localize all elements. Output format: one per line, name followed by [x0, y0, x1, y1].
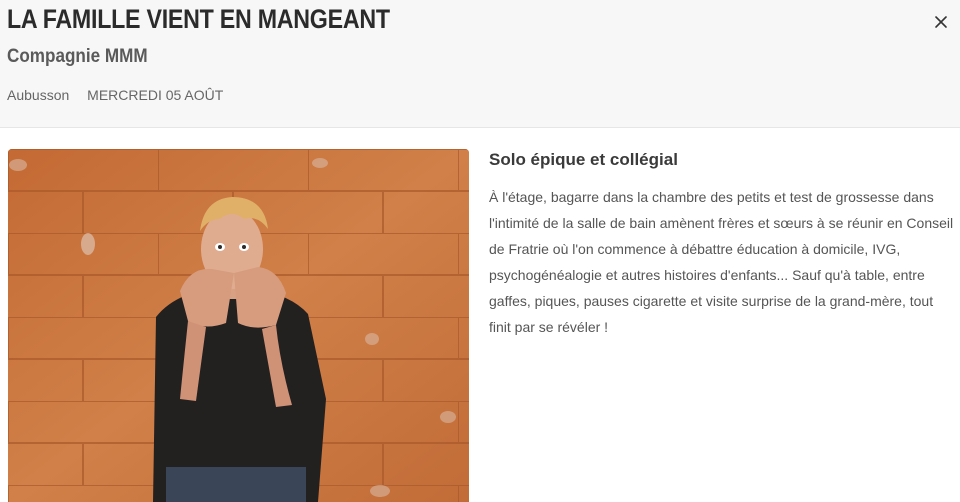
performer-photo: [8, 149, 469, 502]
event-details: Solo épique et collégial À l'étage, baga…: [489, 150, 954, 340]
event-meta: Aubusson MERCREDI 05 AOÛT: [7, 87, 223, 103]
event-description: À l'étage, bagarre dans la chambre des p…: [489, 189, 954, 335]
event-date: MERCREDI 05 AOÛT: [87, 87, 224, 103]
event-location: Aubusson: [7, 87, 70, 103]
event-subheading: Solo épique et collégial: [489, 150, 678, 169]
event-title: LA FAMILLE VIENT EN MANGEANT: [7, 4, 390, 34]
event-header: LA FAMILLE VIENT EN MANGEANT Compagnie M…: [0, 0, 960, 128]
close-button[interactable]: [928, 8, 954, 34]
company-name: Compagnie MMM: [7, 46, 148, 67]
close-icon: [935, 16, 947, 28]
